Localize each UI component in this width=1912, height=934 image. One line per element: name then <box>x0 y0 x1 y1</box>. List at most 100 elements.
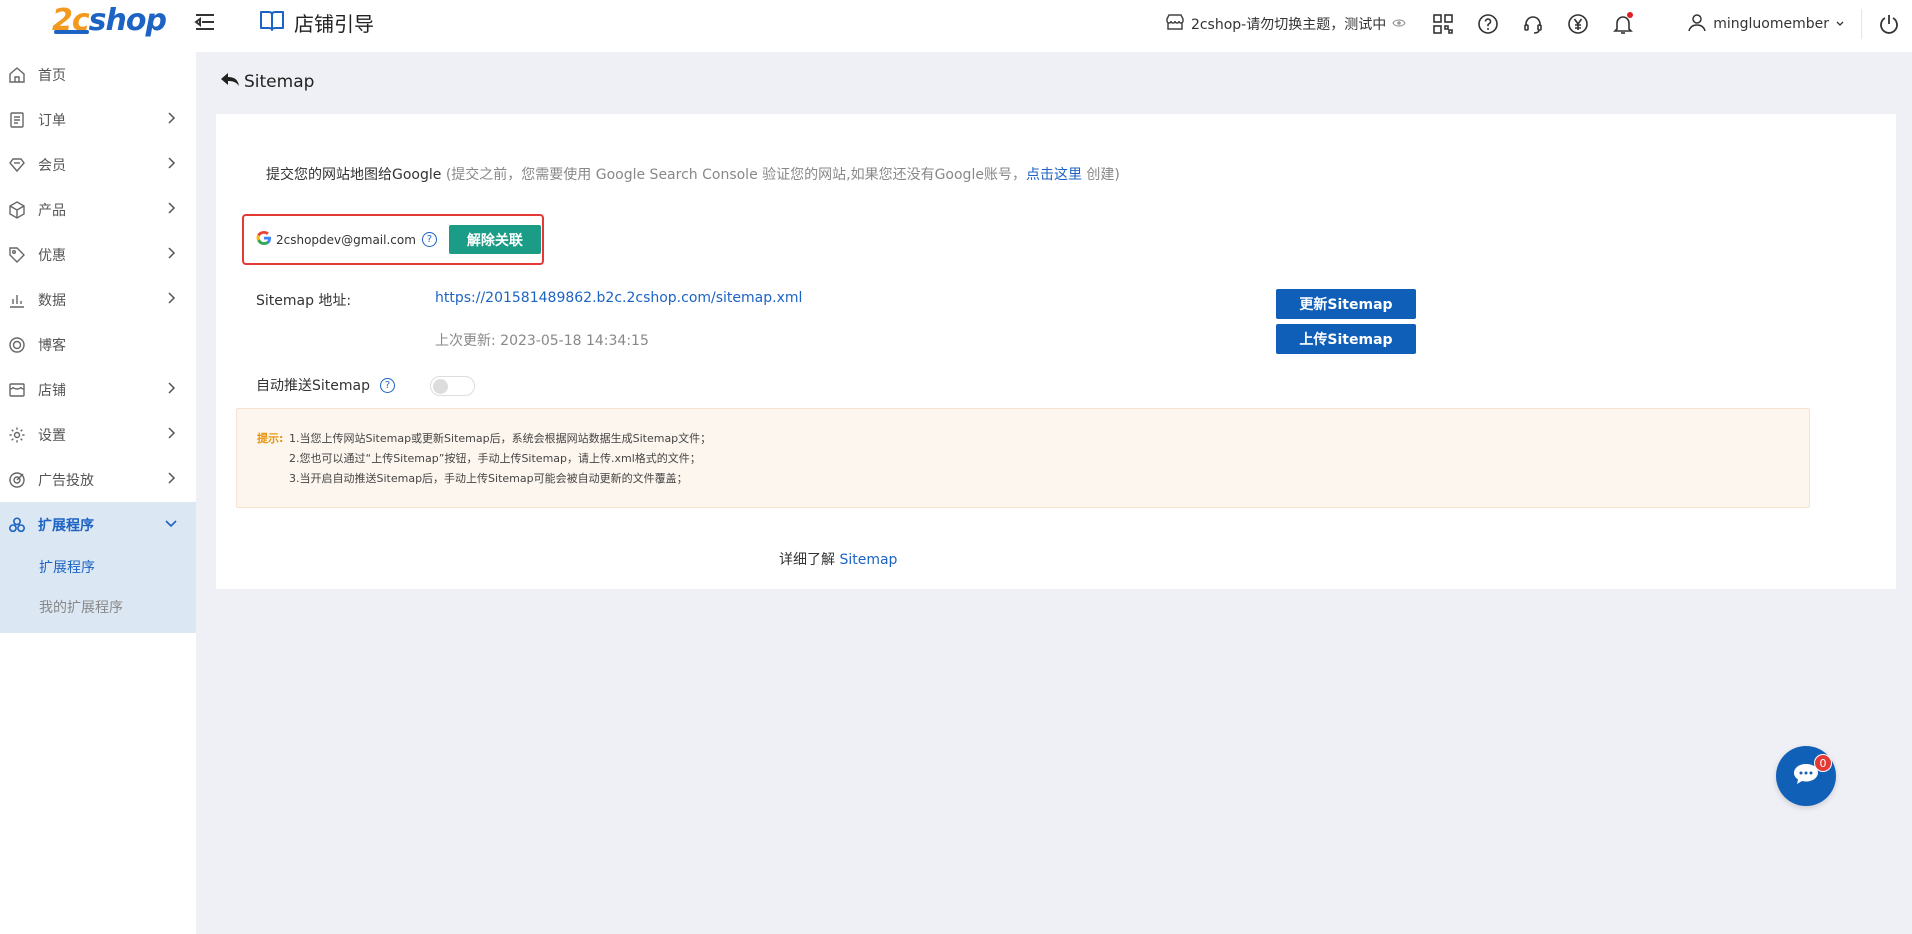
sidebar-item-label: 店铺 <box>38 382 66 399</box>
tip-row: 提示: 1.当您上传网站Sitemap或更新Sitemap后，系统会根据网站数据… <box>257 429 1809 449</box>
qrcode-icon[interactable] <box>1432 13 1454 35</box>
chevron-down-icon <box>165 520 177 528</box>
sidebar-item-members[interactable]: 会员 <box>0 142 196 187</box>
bell-icon[interactable] <box>1612 12 1634 35</box>
eye-icon[interactable] <box>1392 16 1406 32</box>
sidebar-item-label: 设置 <box>38 427 66 444</box>
chevron-right-icon <box>168 202 176 214</box>
sidebar-item-label: 优惠 <box>38 247 66 264</box>
help-icon[interactable]: ? <box>379 377 395 393</box>
auto-push-label-row: 自动推送Sitemap ? <box>256 375 395 395</box>
tip-text: 2.您也可以通过“上传Sitemap”按钮，手动上传Sitemap，请上传.xm… <box>289 452 701 465</box>
learn-more-link[interactable]: Sitemap <box>839 552 897 568</box>
yuan-icon[interactable] <box>1567 13 1589 35</box>
sitemap-url-link[interactable]: https://201581489862.b2c.2cshop.com/site… <box>435 290 802 306</box>
help-icon[interactable]: ? <box>421 232 437 247</box>
sidebar-item-home[interactable]: 首页 <box>0 52 196 97</box>
create-account-link[interactable]: 点击这里 <box>1026 167 1082 183</box>
sidebar-item-label: 广告投放 <box>38 472 94 489</box>
google-prompt: 提交您的网站地图给Google <box>266 167 442 183</box>
update-sitemap-button[interactable]: 更新Sitemap <box>1276 289 1416 319</box>
chevron-right-icon <box>168 382 176 394</box>
home-icon <box>8 66 26 84</box>
user-menu[interactable]: mingluomember <box>1687 12 1845 36</box>
sidebar-item-promotions[interactable]: 优惠 <box>0 232 196 277</box>
sidebar-item-orders[interactable]: 订单 <box>0 97 196 142</box>
back-arrow-icon[interactable] <box>220 72 240 92</box>
tip-text: 3.当开启自动推送Sitemap后，手动上传Sitemap可能会被自动更新的文件… <box>289 472 688 485</box>
google-account-email: 2cshopdev@gmail.com <box>276 232 416 247</box>
unlink-button[interactable]: 解除关联 <box>448 225 541 254</box>
sidebar-item-products[interactable]: 产品 <box>0 187 196 232</box>
page-title-text: Sitemap <box>244 72 315 92</box>
sidebar-item-blog[interactable]: 博客 <box>0 322 196 367</box>
sidebar-item-ads[interactable]: 广告投放 <box>0 457 196 502</box>
bar-chart-icon <box>8 291 26 309</box>
chat-button[interactable]: 0 <box>1776 746 1836 806</box>
auto-push-toggle[interactable] <box>430 376 475 396</box>
blog-icon <box>8 336 26 354</box>
sidebar-item-label: 订单 <box>38 112 66 129</box>
power-icon[interactable] <box>1878 13 1900 35</box>
sidebar-item-label: 扩展程序 <box>38 517 94 534</box>
auto-push-label: 自动推送Sitemap <box>256 378 370 394</box>
headset-icon[interactable] <box>1522 13 1544 35</box>
google-note-post: 创建) <box>1081 167 1120 183</box>
gear-icon <box>8 426 26 444</box>
box-icon <box>8 200 26 219</box>
learn-more-text: 详细了解 <box>779 552 840 568</box>
extensions-submenu: 扩展程序 我的扩展程序 <box>0 547 196 633</box>
chat-badge: 0 <box>1814 754 1832 772</box>
extensions-icon <box>8 516 26 534</box>
google-icon <box>256 230 272 250</box>
chevron-right-icon <box>168 427 176 439</box>
header-divider <box>1861 9 1862 39</box>
chevron-right-icon <box>168 472 176 484</box>
store-icon <box>8 381 26 399</box>
chevron-right-icon <box>168 112 176 124</box>
shop-switcher[interactable]: 2cshop-请勿切换主题，测试中 <box>1165 13 1406 35</box>
upload-sitemap-button[interactable]: 上传Sitemap <box>1276 324 1416 354</box>
sidebar-item-label: 首页 <box>38 67 66 84</box>
sidebar-item-settings[interactable]: 设置 <box>0 412 196 457</box>
last-update-text: 上次更新: 2023-05-18 14:34:15 <box>435 333 649 349</box>
sub-item-extensions[interactable]: 扩展程序 <box>0 547 196 587</box>
tag-icon <box>8 246 26 264</box>
logo-shop: shop <box>88 2 167 38</box>
learn-more-line: 详细了解 Sitemap <box>779 549 897 569</box>
sub-item-my-extensions[interactable]: 我的扩展程序 <box>0 587 196 627</box>
username: mingluomember <box>1713 16 1829 32</box>
sidebar-item-label: 产品 <box>38 202 66 219</box>
diamond-icon <box>8 156 26 174</box>
tip-text: 1.当您上传网站Sitemap或更新Sitemap后，系统会根据网站数据生成Si… <box>289 432 712 445</box>
sitemap-card: 提交您的网站地图给Google (提交之前，您需要使用 Google Searc… <box>216 114 1896 589</box>
tips-label: 提示: <box>257 432 284 445</box>
sidebar-item-label: 会员 <box>38 157 66 174</box>
help-icon[interactable] <box>1477 13 1499 35</box>
orders-icon <box>8 111 26 129</box>
chevron-right-icon <box>168 292 176 304</box>
chevron-right-icon <box>168 157 176 169</box>
target-icon <box>8 471 26 489</box>
store-icon <box>1165 13 1185 35</box>
sidebar-item-label: 数据 <box>38 292 66 309</box>
google-submit-line: 提交您的网站地图给Google (提交之前，您需要使用 Google Searc… <box>266 164 1120 184</box>
chevron-down-icon <box>1835 16 1845 32</box>
sidebar-item-store[interactable]: 店铺 <box>0 367 196 412</box>
sidebar: 首页 订单 会员 产品 优惠 数据 博客 店铺 设置 广告投放 扩展程序 扩展程… <box>0 52 196 934</box>
menu-toggle-icon[interactable] <box>194 12 216 32</box>
header-actions: 2cshop-请勿切换主题，测试中 mingluomember <box>1165 0 1912 48</box>
page-title[interactable]: Sitemap <box>220 72 314 92</box>
google-account-box: 2cshopdev@gmail.com ? 解除关联 <box>242 214 544 265</box>
sitemap-address-label: Sitemap 地址: <box>256 293 352 309</box>
google-note-pre: (提交之前，您需要使用 Google Search Console 验证您的网站… <box>441 167 1026 183</box>
logo-2c: 2c <box>52 2 90 38</box>
top-header: 2c shop 店铺引导 2cshop-请勿切换主题，测试中 mingluome… <box>0 0 1912 52</box>
chevron-right-icon <box>168 247 176 259</box>
sidebar-item-data[interactable]: 数据 <box>0 277 196 322</box>
shop-name-text: 2cshop-请勿切换主题，测试中 <box>1190 17 1387 33</box>
store-guide-button[interactable]: 店铺引导 <box>258 8 374 37</box>
sidebar-item-extensions[interactable]: 扩展程序 <box>0 502 196 547</box>
tips-box: 提示: 1.当您上传网站Sitemap或更新Sitemap后，系统会根据网站数据… <box>236 408 1810 508</box>
logo[interactable]: 2c shop <box>52 0 167 40</box>
